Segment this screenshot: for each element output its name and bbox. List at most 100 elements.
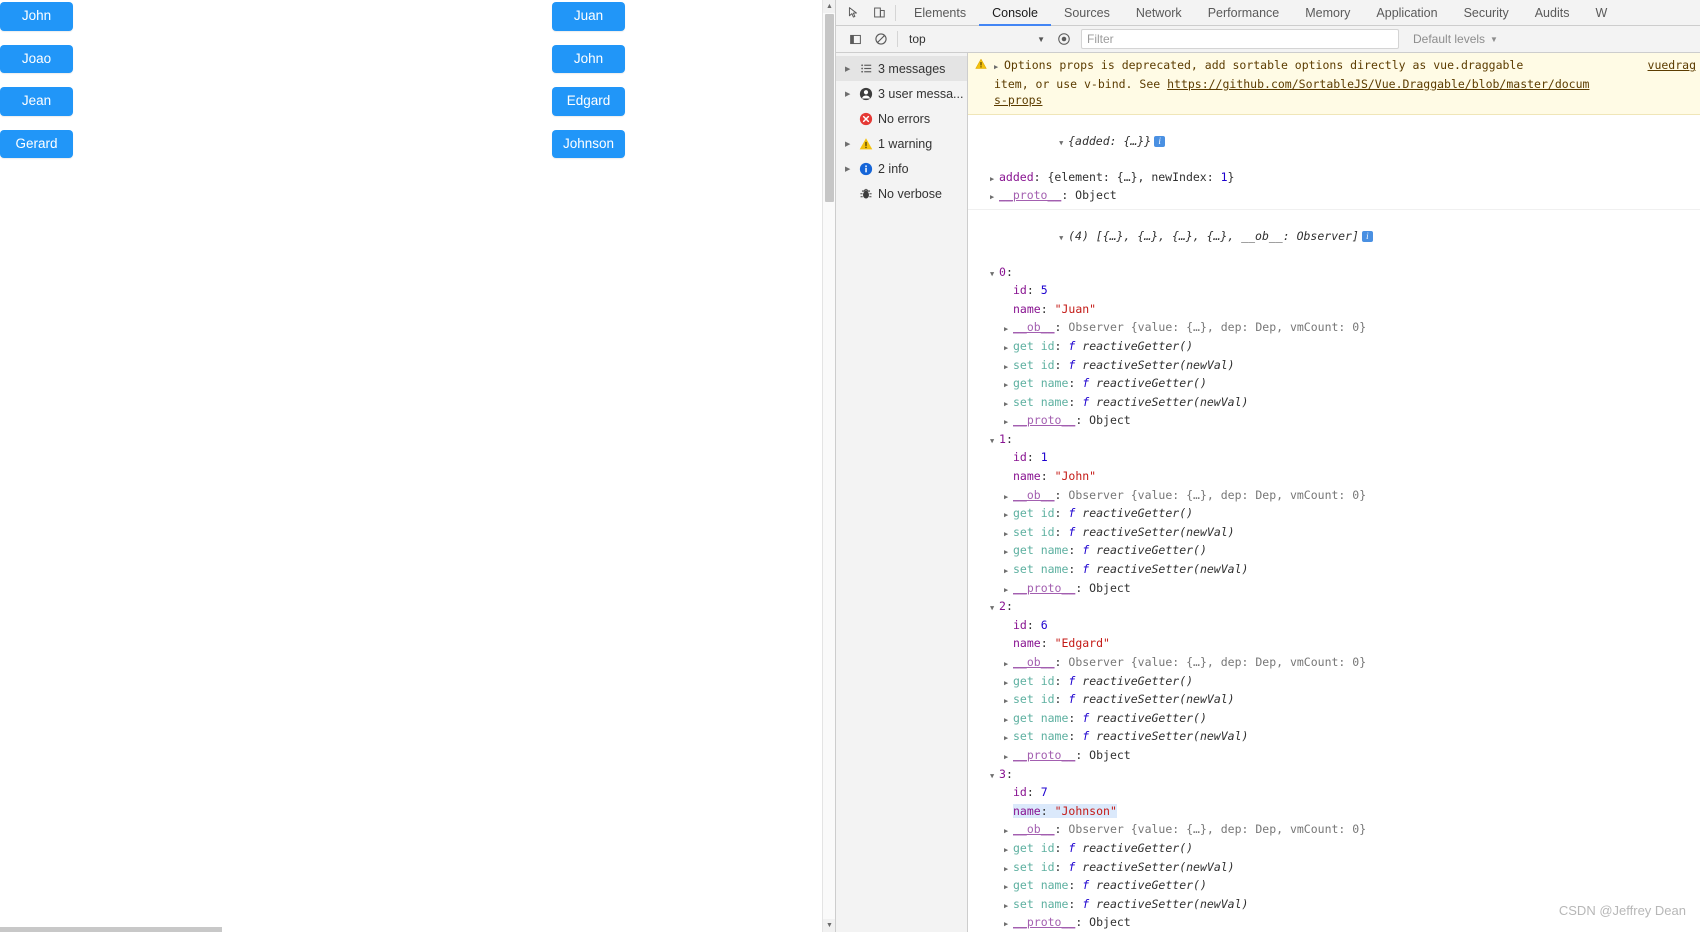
draggable-list-right[interactable]: Juan John Edgard Johnson [552, 2, 625, 172]
expand-triangle-icon[interactable]: ▶ [1004, 675, 1013, 692]
draggable-item-right-1[interactable]: John [552, 44, 625, 73]
expand-triangle-icon[interactable]: ▶ [1004, 730, 1013, 747]
expand-triangle-icon[interactable]: ▶ [1004, 842, 1013, 859]
warning-source-link[interactable]: vuedrag [1648, 57, 1696, 74]
expand-triangle-icon[interactable]: ▶ [1004, 359, 1013, 376]
expand-triangle-icon[interactable]: ▶ [1004, 861, 1013, 878]
live-expression-icon[interactable] [1051, 27, 1077, 51]
expand-triangle-icon[interactable]: ▶ [1004, 507, 1013, 524]
tab-audits[interactable]: Audits [1522, 0, 1583, 26]
sidebar-item-1-warning[interactable]: ▶ 1 warning [836, 131, 967, 156]
array-item-accessor[interactable]: ▶ get id: f reactiveGetter() [968, 338, 1700, 357]
page-horizontal-scrollbar[interactable] [0, 927, 822, 932]
expand-triangle-icon[interactable]: ▶ [845, 90, 856, 98]
draggable-item-left-0[interactable]: John [0, 2, 73, 31]
expand-triangle-icon[interactable]: ▶ [1004, 563, 1013, 580]
tab-security[interactable]: Security [1451, 0, 1522, 26]
console-log-levels-select[interactable]: Default levels ▼ [1413, 32, 1498, 46]
array-item-ob[interactable]: ▶ __ob__: Observer {value: {…}, dep: Dep,… [968, 319, 1700, 338]
collapse-triangle-icon[interactable]: ▼ [990, 600, 999, 617]
scroll-down-arrow-icon[interactable]: ▼ [823, 919, 835, 932]
array-item-id[interactable]: id: 6 [968, 617, 1700, 636]
draggable-item-left-2[interactable]: Jean [0, 87, 73, 116]
draggable-item-right-3[interactable]: Johnson [552, 129, 625, 158]
array-item-proto[interactable]: ▶ __proto__: Object [968, 747, 1700, 766]
collapse-triangle-icon[interactable]: ▼ [990, 266, 999, 283]
draggable-item-right-2[interactable]: Edgard [552, 87, 625, 116]
added-object-header[interactable]: ▼ {added: {…}} i [968, 117, 1700, 169]
draggable-item-left-1[interactable]: Joao [0, 44, 73, 73]
array-item-accessor[interactable]: ▶ get id: f reactiveGetter() [968, 673, 1700, 692]
expand-triangle-icon[interactable]: ▶ [990, 171, 999, 188]
array-item-ob[interactable]: ▶ __ob__: Observer {value: {…}, dep: Dep,… [968, 487, 1700, 506]
array-item-accessor[interactable]: ▶ set id: f reactiveSetter(newVal) [968, 691, 1700, 710]
array-item-header[interactable]: ▼ 1: [968, 431, 1700, 450]
array-item-proto[interactable]: ▶ __proto__: Object [968, 412, 1700, 431]
info-badge-icon[interactable]: i [1361, 231, 1373, 243]
tab-application[interactable]: Application [1363, 0, 1450, 26]
collapse-triangle-icon[interactable]: ▼ [990, 433, 999, 450]
expand-triangle-icon[interactable]: ▶ [1004, 321, 1013, 338]
expand-triangle-icon[interactable]: ▶ [1004, 414, 1013, 431]
array-item-proto[interactable]: ▶ __proto__: Object [968, 580, 1700, 599]
tab-performance[interactable]: Performance [1195, 0, 1293, 26]
console-entry-array[interactable]: ▼ (4) [{…}, {…}, {…}, {…}, __ob__: Observ… [968, 210, 1700, 932]
expand-triangle-icon[interactable]: ▶ [990, 189, 999, 206]
collapse-triangle-icon[interactable]: ▼ [1059, 230, 1068, 247]
collapse-triangle-icon[interactable]: ▼ [1059, 135, 1068, 152]
expand-triangle-icon[interactable]: ▶ [845, 65, 856, 73]
array-item-name[interactable]: name: "Juan" [968, 301, 1700, 320]
array-item-id[interactable]: id: 7 [968, 784, 1700, 803]
sidebar-item-2-info[interactable]: ▶ 2 info [836, 156, 967, 181]
array-item-name[interactable]: name: "John" [968, 468, 1700, 487]
tab-memory[interactable]: Memory [1292, 0, 1363, 26]
array-item-accessor[interactable]: ▶ set id: f reactiveSetter(newVal) [968, 524, 1700, 543]
expand-triangle-icon[interactable]: ▶ [1004, 712, 1013, 729]
array-item-id[interactable]: id: 5 [968, 282, 1700, 301]
console-tree-row[interactable]: ▶ __proto__: Object [968, 187, 1700, 206]
expand-triangle-icon[interactable]: ▶ [1004, 693, 1013, 710]
console-log-area[interactable]: ▶ Options props is deprecated, add sortab… [968, 53, 1700, 932]
array-item-accessor[interactable]: ▶ set name: f reactiveSetter(newVal) [968, 394, 1700, 413]
draggable-item-left-3[interactable]: Gerard [0, 129, 73, 158]
array-item-name[interactable]: name: "Johnson" [968, 803, 1700, 822]
draggable-list-left[interactable]: John Joao Jean Gerard [0, 2, 73, 172]
sidebar-item-3-messages[interactable]: ▶ 3 messages [836, 56, 967, 81]
array-item-accessor[interactable]: ▶ set name: f reactiveSetter(newVal) [968, 728, 1700, 747]
expand-triangle-icon[interactable]: ▶ [845, 165, 856, 173]
info-badge-icon[interactable]: i [1154, 136, 1166, 148]
expand-triangle-icon[interactable]: ▶ [1004, 749, 1013, 766]
execution-context-select[interactable]: top ▼ [903, 29, 1051, 49]
array-item-header[interactable]: ▼ 2: [968, 598, 1700, 617]
console-entry-added-object[interactable]: ▼ {added: {…}} i ▶ added: {element: {…}, ne… [968, 115, 1700, 210]
array-item-header[interactable]: ▼ 0: [968, 264, 1700, 283]
expand-triangle-icon[interactable]: ▶ [1004, 544, 1013, 561]
tab-network[interactable]: Network [1123, 0, 1195, 26]
array-item-accessor[interactable]: ▶ set name: f reactiveSetter(newVal) [968, 561, 1700, 580]
expand-triangle-icon[interactable]: ▶ [1004, 879, 1013, 896]
sidebar-item-no-verbose[interactable]: No verbose [836, 181, 967, 206]
array-header[interactable]: ▼ (4) [{…}, {…}, {…}, {…}, __ob__: Observ… [968, 212, 1700, 264]
expand-triangle-icon[interactable]: ▶ [1004, 898, 1013, 915]
expand-triangle-icon[interactable]: ▶ [845, 140, 856, 148]
page-vertical-scrollbar[interactable]: ▲ ▼ [822, 0, 835, 932]
array-item-accessor[interactable]: ▶ get name: f reactiveGetter() [968, 877, 1700, 896]
array-item-accessor[interactable]: ▶ get id: f reactiveGetter() [968, 840, 1700, 859]
draggable-item-right-0[interactable]: Juan [552, 2, 625, 31]
sidebar-item-3-user-messa[interactable]: ▶ 3 user messa... [836, 81, 967, 106]
tab-sources[interactable]: Sources [1051, 0, 1123, 26]
console-warning-message[interactable]: ▶ Options props is deprecated, add sortab… [968, 53, 1700, 115]
scrollbar-thumb[interactable] [825, 14, 834, 202]
hscrollbar-thumb[interactable] [0, 927, 222, 932]
devtools-tab-strip[interactable]: Elements Console Sources Network Performance… [901, 0, 1620, 26]
tab-elements[interactable]: Elements [901, 0, 979, 26]
expand-triangle-icon[interactable]: ▶ [1004, 396, 1013, 413]
tab-w[interactable]: W [1582, 0, 1620, 26]
array-item-accessor[interactable]: ▶ get id: f reactiveGetter() [968, 505, 1700, 524]
expand-triangle-icon[interactable]: ▶ [1004, 656, 1013, 673]
console-filter-input[interactable] [1081, 29, 1399, 49]
array-item-accessor[interactable]: ▶ get name: f reactiveGetter() [968, 710, 1700, 729]
device-toolbar-icon[interactable] [866, 1, 892, 25]
expand-triangle-icon[interactable]: ▶ [994, 59, 1003, 76]
tab-console[interactable]: Console [979, 0, 1051, 26]
